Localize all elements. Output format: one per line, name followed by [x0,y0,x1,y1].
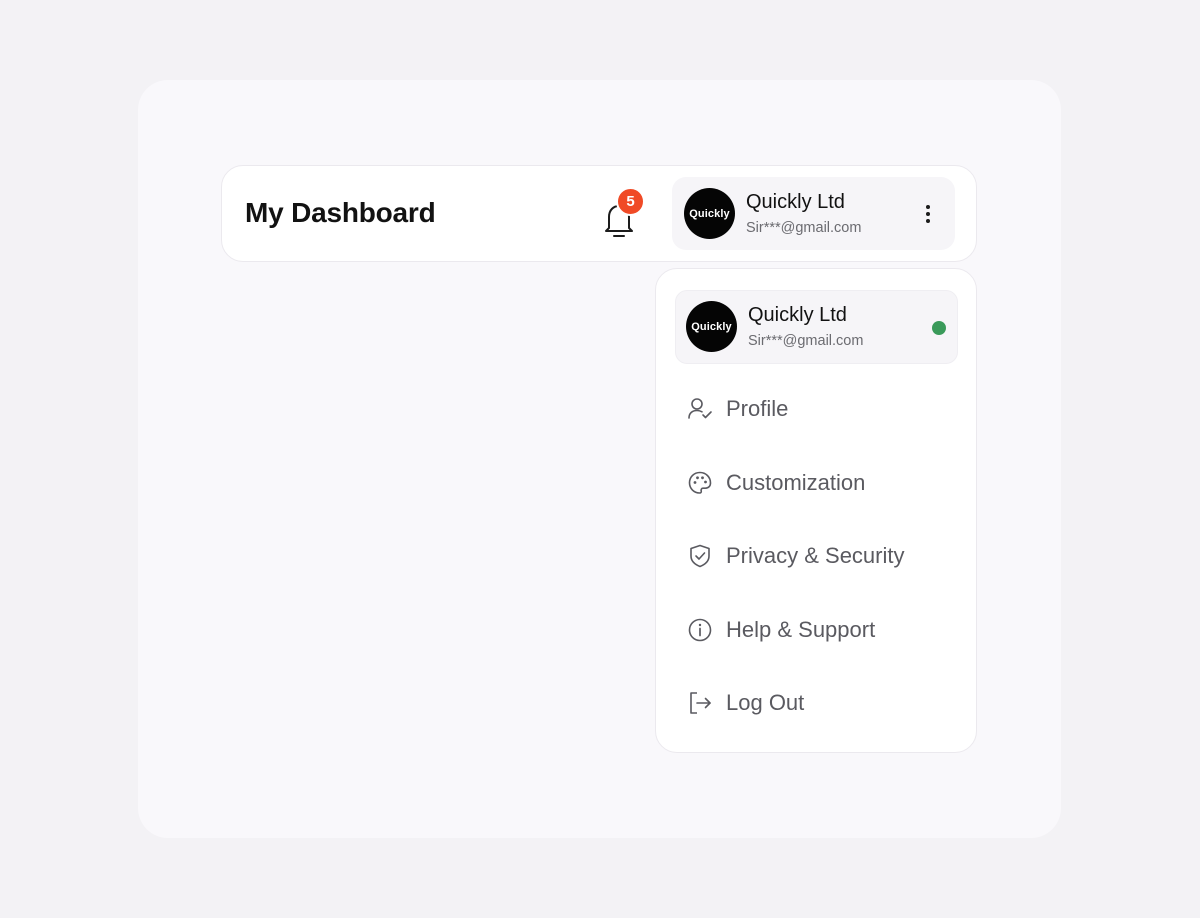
menu-item-log-out[interactable]: Log Out [675,678,958,728]
menu-item-privacy-security[interactable]: Privacy & Security [675,531,958,581]
menu-item-label: Privacy & Security [726,543,905,568]
dropdown-account-card[interactable]: Quickly Quickly Ltd Sir***@gmail.com [675,290,958,364]
palette-icon [688,471,712,494]
company-logo-avatar: Quickly [686,301,737,352]
company-logo-text: Quickly [689,207,730,220]
menu-item-label: Help & Support [726,617,876,642]
menu-item-profile[interactable]: Profile [675,384,958,434]
top-bar: My Dashboard 5 Quickly Quickly Ltd Sir**… [221,165,977,262]
menu-item-customization[interactable]: Customization [675,458,958,508]
online-status-indicator [932,321,946,335]
account-switcher[interactable]: Quickly Quickly Ltd Sir***@gmail.com [672,177,955,250]
account-email: Sir***@gmail.com [748,333,864,349]
more-options-icon[interactable] [920,202,936,226]
menu-item-help-support[interactable]: Help & Support [675,605,958,655]
menu-item-label: Profile [726,396,789,421]
info-icon [688,618,712,642]
account-email: Sir***@gmail.com [746,220,862,236]
company-logo-text: Quickly [691,320,732,333]
page-title: My Dashboard [245,197,436,228]
shield-check-icon [690,544,710,568]
company-logo-avatar: Quickly [684,188,735,239]
user-check-icon [688,398,712,419]
notification-badge: 5 [616,187,645,216]
menu-item-label: Log Out [726,690,805,715]
account-dropdown-menu: Quickly Quickly Ltd Sir***@gmail.com Pro… [655,268,977,753]
account-name: Quickly Ltd [748,304,847,326]
logout-icon [690,692,711,714]
account-name: Quickly Ltd [746,191,845,213]
menu-item-label: Customization [726,470,866,495]
